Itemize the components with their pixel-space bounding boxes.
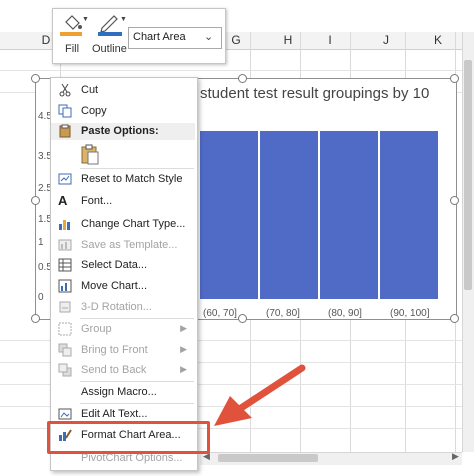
paste-keep-formatting-button[interactable] <box>79 143 99 165</box>
chart-bar[interactable] <box>260 130 318 299</box>
bring-front-icon <box>58 343 72 357</box>
menu-item-bring-to-front[interactable]: Bring to Front ▶ <box>51 340 195 361</box>
reset-style-icon <box>58 173 72 185</box>
send-back-icon <box>58 363 72 377</box>
column-header-g[interactable]: G <box>226 33 246 47</box>
menu-label: Edit Alt Text... <box>81 408 148 420</box>
menu-item-save-template[interactable]: Save as Template... <box>51 235 195 256</box>
submenu-arrow-icon: ▶ <box>180 364 187 374</box>
resize-handle[interactable] <box>450 314 459 323</box>
menu-label: Move Chart... <box>81 280 148 292</box>
menu-label: Send to Back <box>81 364 147 376</box>
menu-item-reset-style[interactable]: Reset to Match Style <box>51 169 195 190</box>
menu-item-select-data[interactable]: Select Data... <box>51 255 195 276</box>
highlight-box <box>47 421 210 454</box>
menu-item-3d-rotation[interactable]: 3-D Rotation... <box>51 297 195 318</box>
x-tick-label: (70, 80] <box>266 308 300 319</box>
font-icon: A <box>58 193 68 208</box>
menu-label: Copy <box>81 105 107 117</box>
selector-value: Chart Area <box>133 31 186 43</box>
menu-label: Select Data... <box>81 259 148 271</box>
column-header-k[interactable]: K <box>428 33 448 47</box>
menu-label: Paste Options: <box>81 125 159 137</box>
chart-title[interactable]: student test result groupings by 10 <box>200 85 429 102</box>
chart-element-selector[interactable]: Chart Area ⌄ <box>128 27 222 49</box>
menu-item-change-chart-type[interactable]: Change Chart Type... <box>51 214 195 235</box>
alt-text-icon <box>58 408 72 420</box>
resize-handle[interactable] <box>31 196 40 205</box>
paste-icon <box>59 124 71 138</box>
menu-label: Change Chart Type... <box>81 218 186 230</box>
menu-item-cut[interactable]: Cut <box>51 80 195 101</box>
x-tick-label: (90, 100] <box>390 308 430 319</box>
outline-label: Outline <box>92 43 127 55</box>
resize-handle[interactable] <box>31 314 40 323</box>
grid-line <box>0 70 462 71</box>
resize-handle[interactable] <box>238 74 247 83</box>
menu-label: Assign Macro... <box>81 386 157 398</box>
fill-dropdown-icon[interactable]: ▼ <box>82 16 89 23</box>
resize-handle[interactable] <box>238 314 247 323</box>
menu-label: Bring to Front <box>81 344 148 356</box>
group-icon <box>58 322 72 336</box>
menu-label: Save as Template... <box>81 239 178 251</box>
resize-handle[interactable] <box>31 74 40 83</box>
outline-dropdown-icon[interactable]: ▼ <box>120 16 127 23</box>
submenu-arrow-icon: ▶ <box>180 323 187 333</box>
fill-button[interactable]: ▼ <box>58 12 89 44</box>
chart-type-icon <box>59 220 70 230</box>
menu-item-send-to-back[interactable]: Send to Back ▶ <box>51 360 195 381</box>
resize-handle[interactable] <box>450 74 459 83</box>
copy-icon <box>58 104 72 118</box>
resize-handle[interactable] <box>450 196 459 205</box>
menu-item-copy[interactable]: Copy <box>51 101 195 122</box>
scrollbar-thumb[interactable] <box>464 60 472 290</box>
menu-item-group[interactable]: Group ▶ <box>51 319 195 340</box>
menu-item-move-chart[interactable]: Move Chart... <box>51 276 195 297</box>
chart-bar[interactable] <box>200 130 258 299</box>
menu-label: Reset to Match Style <box>81 173 183 185</box>
outline-button[interactable]: ▼ <box>96 12 127 44</box>
horizontal-scrollbar-thumb[interactable] <box>218 454 318 462</box>
select-data-icon <box>58 258 72 272</box>
paste-options-header: Paste Options: <box>51 123 195 140</box>
chart-bar[interactable] <box>320 130 378 299</box>
move-chart-icon <box>58 279 72 293</box>
scissors-icon <box>59 83 71 97</box>
menu-label: Group <box>81 323 112 335</box>
template-icon <box>58 239 72 251</box>
chevron-down-icon[interactable]: ⌄ <box>204 30 213 43</box>
column-header-h[interactable]: H <box>278 33 298 47</box>
menu-item-font[interactable]: A Font... <box>51 191 195 212</box>
menu-label: Cut <box>81 84 99 96</box>
column-header-i[interactable]: I <box>320 33 340 47</box>
scroll-right-icon[interactable]: ▶ <box>452 451 459 462</box>
x-tick-label: (80, 90] <box>328 308 362 319</box>
chart-bar[interactable] <box>380 130 438 299</box>
menu-item-assign-macro[interactable]: Assign Macro... <box>51 382 195 403</box>
fill-label: Fill <box>65 43 80 55</box>
column-header-j[interactable]: J <box>376 33 396 47</box>
menu-label: Font... <box>81 195 113 207</box>
submenu-arrow-icon: ▶ <box>180 344 187 354</box>
menu-label: 3-D Rotation... <box>81 301 152 313</box>
clipboard-icon <box>81 144 99 165</box>
rotation-icon <box>59 301 71 313</box>
annotation-arrow-icon <box>214 364 306 426</box>
x-tick-label: (60, 70] <box>203 308 237 319</box>
